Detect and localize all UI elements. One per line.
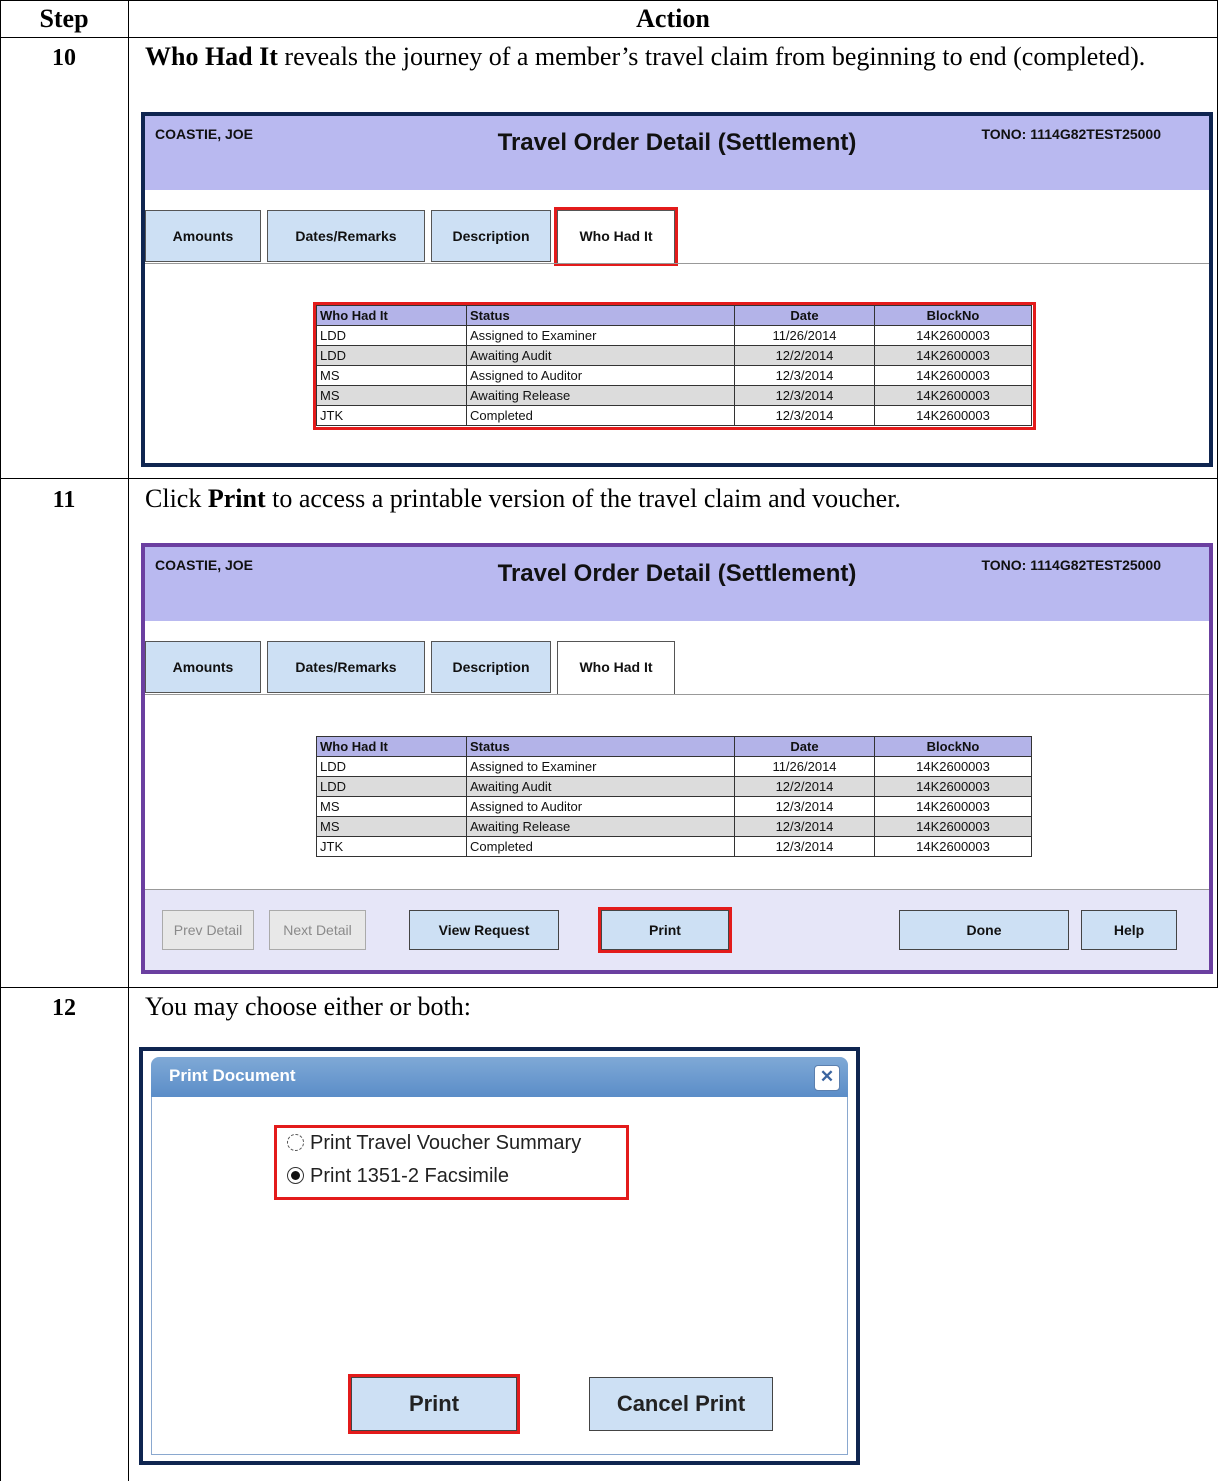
instruction-text: to access a printable version of the tra…	[265, 484, 901, 513]
step-instruction: Click Print to access a printable versio…	[145, 484, 1205, 514]
tab-divider	[145, 263, 1209, 264]
done-button[interactable]: Done	[899, 910, 1069, 950]
dialog-title: Print Document	[169, 1066, 296, 1085]
cell-blockno: 14K2600003	[874, 776, 1032, 797]
step-number: 10	[52, 45, 76, 71]
cell-who: MS	[316, 816, 467, 837]
instruction-text: reveals the journey of a member’s travel…	[277, 42, 1146, 71]
print-button[interactable]: Print	[598, 907, 732, 953]
column-header: Date	[734, 736, 875, 757]
procedure-table: Step Action 10 Who Had It reveals the jo…	[0, 0, 1218, 1481]
header-step: Step	[39, 4, 89, 33]
cell-status: Assigned to Examiner	[466, 756, 735, 777]
cell-who: JTK	[316, 836, 467, 857]
tono-label: TONO: 1114G82TEST25000	[981, 557, 1161, 573]
step-number: 12	[52, 995, 76, 1021]
cell-blockno: 14K2600003	[874, 836, 1032, 857]
table-row: LDD Assigned to Examiner 11/26/2014 14K2600…	[316, 756, 1032, 777]
step-instruction: You may choose either or both:	[145, 992, 471, 1021]
cell-who: LDD	[316, 776, 467, 797]
cancel-print-button[interactable]: Cancel Print	[589, 1377, 773, 1431]
close-icon[interactable]: ✕	[814, 1065, 840, 1091]
cell-blockno: 14K2600003	[874, 816, 1032, 837]
row-divider	[0, 478, 1218, 479]
cell-date: 12/3/2014	[734, 796, 875, 817]
cell-status: Awaiting Audit	[466, 776, 735, 797]
tab-amounts[interactable]: Amounts	[145, 641, 261, 693]
step-number: 11	[52, 487, 76, 513]
who-had-it-screenshot: COASTIE, JOE Travel Order Detail (Settle…	[141, 112, 1213, 467]
cell-who: LDD	[316, 756, 467, 777]
help-button[interactable]: Help	[1081, 910, 1177, 950]
cell-who: MS	[316, 796, 467, 817]
table-row: MS Awaiting Release 12/3/2014 14K2600003	[316, 816, 1032, 837]
instruction-bold: Print	[207, 484, 266, 513]
header-band: COASTIE, JOE Travel Order Detail (Settle…	[145, 116, 1209, 190]
table-highlight	[313, 302, 1036, 430]
tab-dates-remarks[interactable]: Dates/Remarks	[267, 641, 425, 693]
table-border-left	[0, 0, 1, 1481]
header-band: COASTIE, JOE Travel Order Detail (Settle…	[145, 547, 1209, 621]
tab-description[interactable]: Description	[431, 641, 551, 693]
header-action: Action	[636, 4, 710, 33]
tab-amounts[interactable]: Amounts	[145, 210, 261, 262]
column-header: Who Had It	[316, 736, 467, 757]
tab-dates-remarks[interactable]: Dates/Remarks	[267, 210, 425, 262]
cell-date: 12/3/2014	[734, 816, 875, 837]
cell-date: 12/3/2014	[734, 836, 875, 857]
tab-divider	[145, 694, 1209, 695]
instruction-text: Click	[145, 484, 208, 513]
instruction-bold: Who Had It	[145, 42, 278, 71]
prev-detail-button[interactable]: Prev Detail	[162, 910, 254, 950]
cell-date: 11/26/2014	[734, 756, 875, 777]
column-header: BlockNo	[874, 736, 1032, 757]
row-divider	[0, 987, 1218, 988]
print-document-dialog: Print Document ✕ Print Travel Voucher Su…	[139, 1047, 860, 1465]
action-bar: Prev Detail Next Detail View Request Pri…	[145, 889, 1209, 970]
step-instruction: Who Had It reveals the journey of a memb…	[145, 42, 1205, 72]
cell-blockno: 14K2600003	[874, 796, 1032, 817]
dialog-print-button[interactable]: Print	[348, 1374, 520, 1434]
tab-who-had-it[interactable]: Who Had It	[557, 641, 675, 694]
dialog-titlebar: Print Document ✕	[151, 1057, 848, 1097]
column-divider	[128, 0, 129, 1481]
options-highlight	[274, 1125, 629, 1200]
view-request-button[interactable]: View Request	[409, 910, 559, 950]
table-row: MS Assigned to Auditor 12/3/2014 14K2600003	[316, 796, 1032, 817]
print-screenshot: COASTIE, JOE Travel Order Detail (Settle…	[141, 543, 1213, 974]
cell-blockno: 14K2600003	[874, 756, 1032, 777]
cell-status: Assigned to Auditor	[466, 796, 735, 817]
tab-who-had-it[interactable]: Who Had It	[554, 207, 678, 266]
cell-status: Awaiting Release	[466, 816, 735, 837]
cell-status: Completed	[466, 836, 735, 857]
tab-description[interactable]: Description	[431, 210, 551, 262]
who-had-it-table: Who Had It Status Date BlockNo LDD Assign…	[316, 736, 1032, 857]
next-detail-button[interactable]: Next Detail	[269, 910, 366, 950]
table-row: JTK Completed 12/3/2014 14K2600003	[316, 836, 1032, 857]
row-divider	[0, 37, 1218, 38]
column-header: Status	[466, 736, 735, 757]
tono-label: TONO: 1114G82TEST25000	[981, 126, 1161, 142]
table-row: LDD Awaiting Audit 12/2/2014 14K2600003	[316, 776, 1032, 797]
cell-date: 12/2/2014	[734, 776, 875, 797]
